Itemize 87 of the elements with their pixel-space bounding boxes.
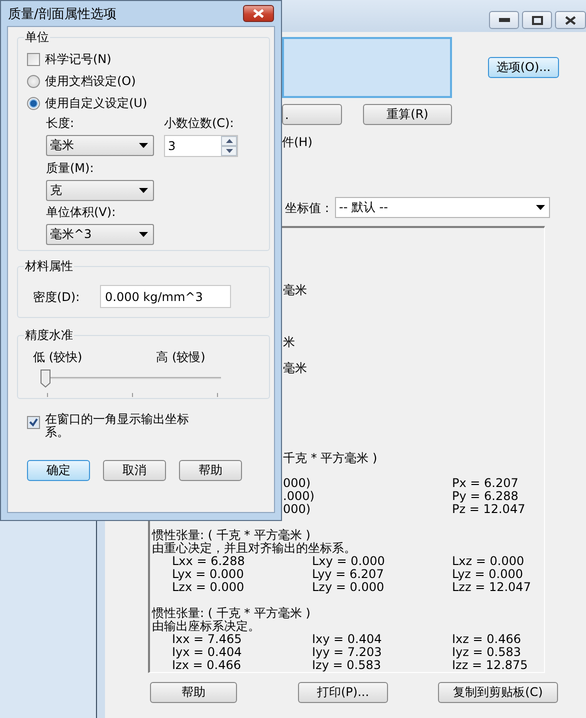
accuracy-slider[interactable]: [41, 369, 221, 397]
density-field[interactable]: 0.000 kg/mm^3: [100, 285, 231, 308]
maximize-button[interactable]: [522, 11, 552, 29]
result-value: Ixy = 0.404: [312, 632, 382, 646]
decimals-field[interactable]: 3: [164, 135, 238, 157]
dialog-button[interactable]: 帮助: [179, 460, 242, 481]
checkbox[interactable]: [27, 52, 40, 66]
spin-up-button[interactable]: [221, 136, 237, 146]
coordinate-label: 坐标值：: [285, 200, 333, 214]
result-value: Lzz = 12.047: [452, 580, 531, 594]
radio-label: 使用自定义设定(U): [45, 96, 148, 110]
maximize-icon: [532, 16, 542, 24]
slider-label: 高 (较慢): [156, 350, 206, 364]
radio-label: 使用文档设定(O): [45, 74, 136, 88]
field-label: 质量(M):: [46, 161, 95, 175]
result-value: Py = 6.288: [452, 490, 518, 504]
field-label: 长度:: [46, 116, 76, 130]
field-label: 单位体积(V):: [46, 205, 117, 219]
group-title: 精度水准: [24, 327, 74, 344]
field-label: 小数位数(C):: [164, 116, 235, 130]
length-dropdown[interactable]: 毫米: [46, 135, 154, 156]
slider-thumb[interactable]: [40, 369, 51, 388]
down-arrow-icon: [226, 149, 232, 153]
mass-dropdown[interactable]: 克: [46, 180, 154, 201]
dialog-button[interactable]: 确定: [27, 460, 90, 481]
slider-label: 低 (较快): [33, 350, 82, 364]
radio-button[interactable]: [27, 74, 40, 88]
minimize-button[interactable]: [489, 11, 519, 29]
checkbox-label: 科学记号(N): [45, 52, 112, 66]
minimize-icon: [498, 18, 510, 22]
action-button[interactable]: .: [282, 104, 342, 125]
result-value: Lyx = 0.000: [172, 567, 244, 582]
result-value: Ixx = 7.465: [172, 632, 242, 646]
up-arrow-icon: [226, 139, 232, 143]
coordinate-dropdown[interactable]: -- 默认 --: [335, 197, 550, 218]
checkbox-label: 在窗口的一角显示输出坐标系。: [45, 413, 190, 439]
result-value: Pz = 12.047: [452, 503, 526, 516]
result-value: Iyy = 7.203: [312, 645, 382, 660]
dialog-title: 质量/剖面属性选项: [8, 6, 116, 22]
result-text: 由重心决定，并且对齐输出的坐标系。: [152, 542, 356, 556]
result-value: 000): [283, 502, 311, 516]
result-value: Lyz = 0.000: [452, 567, 524, 582]
result-value: Lyy = 6.207: [312, 567, 384, 582]
result-text: 惯性张量: ( 千克 * 平方毫米 ): [152, 529, 310, 542]
print-button[interactable]: 打印(P)...: [298, 682, 388, 703]
close-button[interactable]: [555, 11, 586, 29]
options-button[interactable]: 选项(O)...: [488, 57, 559, 78]
caret-icon: [139, 188, 148, 193]
caret-icon: [139, 143, 148, 148]
result-value: Lxz = 0.000: [452, 554, 524, 568]
checkbox[interactable]: [27, 416, 40, 429]
dialog-button[interactable]: 取消: [103, 460, 166, 481]
result-text: 毫米: [283, 362, 307, 375]
result-value: .000): [283, 489, 314, 504]
result-value: Iyx = 0.404: [172, 645, 242, 660]
copy-button[interactable]: 复制到剪贴板(C): [438, 682, 558, 703]
result-value: Lzy = 0.000: [312, 580, 384, 594]
caret-icon: [536, 205, 545, 210]
result-text: 毫米: [283, 284, 307, 298]
option-label: 件(H): [282, 135, 312, 149]
result-value: 000): [283, 476, 311, 490]
volume-dropdown[interactable]: 毫米^3: [46, 224, 154, 245]
result-text: 米: [283, 336, 295, 349]
result-value: Lxy = 0.000: [312, 554, 385, 568]
spin-down-button[interactable]: [221, 146, 237, 156]
radio-button[interactable]: [27, 96, 40, 110]
result-value: Izz = 12.875: [452, 658, 528, 672]
close-icon: [565, 16, 576, 24]
help-button[interactable]: 帮助: [150, 682, 237, 703]
field-label: 密度(D):: [32, 290, 81, 304]
group-title: 材料属性: [24, 258, 74, 275]
close-icon: [253, 9, 264, 18]
result-value: Lzx = 0.000: [172, 580, 244, 594]
result-value: Ixz = 0.466: [452, 632, 521, 646]
result-text: 惯性张量: ( 千克 * 平方毫米 ): [152, 607, 310, 620]
check-icon: [29, 418, 38, 427]
result-value: Px = 6.207: [452, 477, 518, 490]
result-value: Iyz = 0.583: [452, 645, 521, 660]
result-value: Izy = 0.583: [312, 658, 381, 672]
result-value: Izx = 0.466: [172, 658, 241, 672]
caret-icon: [139, 232, 148, 237]
recalculate-button[interactable]: 重算(R): [363, 104, 452, 125]
close-button[interactable]: [243, 5, 274, 22]
result-text: 千克 * 平方毫米 ): [283, 452, 378, 465]
result-value: Lxx = 6.288: [172, 554, 245, 568]
result-text: 由输出座标系决定。: [152, 620, 260, 634]
group-title: 单位: [24, 29, 50, 46]
